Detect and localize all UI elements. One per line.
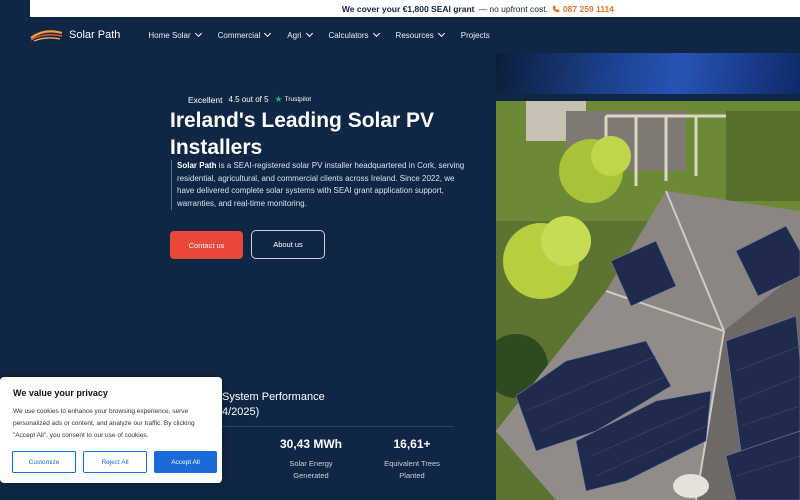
cookie-reject-all-button[interactable]: Reject All xyxy=(83,451,147,473)
stat-label-line1: Solar Energy xyxy=(289,459,333,468)
cookie-customize-button[interactable]: Customize xyxy=(12,451,76,473)
performance-title: System Performance 4/2025) xyxy=(222,390,325,420)
nav-item-label: Commercial xyxy=(217,30,261,40)
stat-label-line2: Planted xyxy=(399,470,425,480)
nav-item-commercial[interactable]: Commercial xyxy=(217,29,272,40)
cookie-actions: Customize Reject All Accept All xyxy=(12,451,217,473)
stat-label: Equivalent Trees Planted xyxy=(372,458,452,481)
announcement-bar: We cover your €1,800 SEAI grant — no upf… xyxy=(30,0,800,17)
phone-number: 087 259 1114 xyxy=(562,3,614,14)
cookie-title: We value your privacy xyxy=(13,388,108,398)
about-us-button[interactable]: About us xyxy=(251,230,325,259)
nav-item-agri[interactable]: Agri xyxy=(287,29,313,40)
cookie-consent-banner: We value your privacy We use cookies to … xyxy=(0,377,222,483)
nav-item-label: Agri xyxy=(287,30,302,40)
solar-roof-illustration xyxy=(496,101,800,500)
hero-intro: Solar Path is a SEAI-registered solar PV… xyxy=(171,160,471,210)
performance-title-line1: System Performance xyxy=(222,391,325,403)
rating-score: 4.5 out of 5 xyxy=(228,95,269,104)
nav-item-projects[interactable]: Projects xyxy=(461,31,490,40)
phone-link[interactable]: 087 259 1114 xyxy=(552,4,614,14)
stat-value: 30,43 MWh xyxy=(279,437,342,451)
nav-item-label: Projects xyxy=(460,30,490,40)
cookie-accept-all-button[interactable]: Accept All xyxy=(154,451,217,473)
nav-item-home-solar[interactable]: Home Solar xyxy=(148,29,202,40)
nav-item-calculators[interactable]: Calculators xyxy=(328,29,380,40)
intro-text: is a SEAI-registered solar PV installer … xyxy=(177,161,465,208)
trustpilot-rating[interactable]: Excellent 4.5 out of 5 ★ Trustpilot xyxy=(188,94,311,105)
page-title: Ireland's Leading Solar PV Installers xyxy=(170,109,435,159)
main-nav: Solar Path Home Solar Commercial Agri Ca… xyxy=(30,17,800,53)
nav-item-label: Calculators xyxy=(328,30,369,40)
stat-label-line2: Generated xyxy=(293,470,329,480)
logo-text: Solar Path xyxy=(69,29,121,41)
stat-label: Solar Energy Generated xyxy=(270,458,352,481)
rating-word: Excellent xyxy=(188,94,223,105)
chevron-down-icon xyxy=(264,29,272,38)
announcement-message: We cover your €1,800 SEAI grant xyxy=(341,3,475,14)
phone-icon xyxy=(552,5,560,12)
trustpilot-brand-text: Trustpilot xyxy=(284,96,312,103)
cookie-body: We use cookies to enhance your browsing … xyxy=(13,408,195,439)
stat-label-line1: Equivalent Trees xyxy=(384,459,440,468)
chevron-down-icon xyxy=(305,29,313,38)
announcement-suffix: — no upfront cost. xyxy=(478,3,548,14)
logo-link[interactable]: Solar Path xyxy=(30,28,120,42)
contact-us-button[interactable]: Contact us xyxy=(170,231,243,259)
solar-path-logo-icon xyxy=(30,30,63,42)
nav-item-resources[interactable]: Resources xyxy=(395,29,445,40)
stat-energy: 30,43 MWh Solar Energy Generated xyxy=(270,437,352,481)
chevron-down-icon xyxy=(372,29,380,38)
trustpilot-star-icon: ★ xyxy=(274,94,283,104)
hero-aerial-photo xyxy=(496,101,800,500)
chevron-down-icon xyxy=(194,29,202,38)
performance-divider xyxy=(222,426,454,427)
intro-brand: Solar Path xyxy=(177,161,217,170)
trustpilot-brand: ★ Trustpilot xyxy=(275,94,312,105)
nav-item-label: Resources xyxy=(395,30,434,40)
nav-item-label: Home Solar xyxy=(148,30,191,40)
stat-value: 16,61+ xyxy=(393,437,431,451)
performance-title-line2: 4/2025) xyxy=(222,406,260,418)
chevron-down-icon xyxy=(437,29,445,38)
hero-banner-strip xyxy=(496,53,800,94)
stat-trees: 16,61+ Equivalent Trees Planted xyxy=(372,437,452,481)
